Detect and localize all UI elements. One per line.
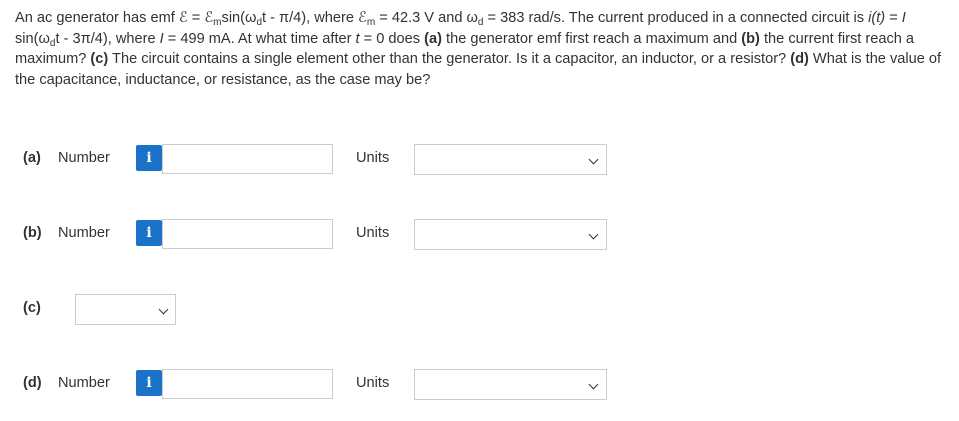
units-label-d: Units [356, 375, 390, 391]
problem-text: An ac generator has emf ℰ = ℰ [15, 10, 214, 26]
subscript: m [213, 17, 222, 28]
answer-row-c: (c) [0, 293, 959, 325]
problem-text: t - 3π/4), where [55, 30, 160, 47]
subscript: m [366, 17, 376, 28]
problem-text: the generator emf first reach a maximum … [441, 30, 742, 47]
units-select-a[interactable] [414, 144, 607, 175]
info-icon[interactable]: i [136, 370, 162, 396]
part-label-d: (d) [23, 375, 42, 391]
chevron-down-icon [588, 229, 599, 240]
problem-text: t - π/4), where ℰ [262, 10, 367, 26]
part-label-a: (a) [23, 150, 41, 166]
answer-row-b: (b) Number i Units [0, 218, 959, 250]
number-input-b[interactable] [162, 219, 333, 249]
number-label-b: Number [58, 225, 110, 241]
part-ref-a: (a) [424, 30, 442, 47]
number-label-d: Number [58, 375, 110, 391]
answer-row-a: (a) Number i Units [0, 143, 959, 175]
problem-text: = 383 rad/s. The current produced in a c… [483, 10, 869, 26]
part-ref-d: (d) [790, 51, 809, 67]
element-type-select[interactable] [75, 294, 176, 325]
problem-text: sin(ω [221, 10, 257, 26]
problem-text: = 42.3 V and ω [375, 10, 478, 26]
units-label-a: Units [356, 150, 390, 166]
number-label-a: Number [58, 150, 110, 166]
units-label-b: Units [356, 225, 390, 241]
units-select-d[interactable] [414, 369, 607, 400]
problem-text: = 499 mA. At what time after [163, 30, 356, 47]
chevron-down-icon [588, 379, 599, 390]
current-amplitude-symbol: I [901, 10, 906, 26]
part-ref-c: (c) [90, 51, 109, 67]
part-ref-b: (b) [741, 30, 760, 47]
problem-text: = 0 does [359, 30, 425, 47]
answer-row-d: (d) Number i Units [0, 368, 959, 400]
current-symbol: i(t) [868, 10, 886, 26]
problem-statement: An ac generator has emf ℰ = ℰmsin(ωdt - … [15, 8, 945, 90]
units-select-b[interactable] [414, 219, 607, 250]
problem-text: The circuit contains a single element ot… [108, 51, 791, 67]
problem-text: = [885, 10, 902, 26]
problem-text: sin(ω [15, 30, 50, 47]
chevron-down-icon [588, 154, 599, 165]
chevron-down-icon [158, 304, 169, 315]
number-input-a[interactable] [162, 144, 333, 174]
info-icon[interactable]: i [136, 145, 162, 171]
part-label-c: (c) [23, 300, 41, 316]
info-icon[interactable]: i [136, 220, 162, 246]
part-label-b: (b) [23, 225, 42, 241]
number-input-d[interactable] [162, 369, 333, 399]
